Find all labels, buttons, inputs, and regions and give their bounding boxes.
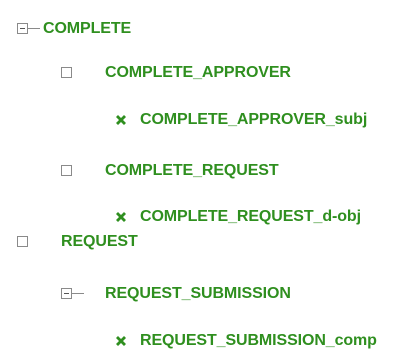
tree-node-request[interactable]: REQUEST [17, 231, 217, 255]
tree-node-complete-approver-subj[interactable]: COMPLETE_APPROVER_subj [115, 109, 405, 133]
tree-node-label: COMPLETE_REQUEST_d-obj [140, 208, 361, 225]
expand-toggle-icon[interactable] [17, 236, 28, 247]
tree-node-request-submission-comp[interactable]: REQUEST_SUBMISSION_comp [115, 330, 415, 354]
tree-node-complete-request[interactable]: COMPLETE_REQUEST [61, 160, 361, 184]
collapse-toggle-icon[interactable] [61, 288, 72, 299]
x-leaf-icon [116, 115, 126, 125]
tree-node-label: COMPLETE_APPROVER [105, 64, 291, 81]
tree-connector-line [72, 293, 84, 294]
tree-node-label: REQUEST_SUBMISSION [105, 285, 291, 302]
collapse-toggle-icon[interactable] [17, 23, 28, 34]
tree-connector-line [28, 28, 40, 29]
tree-node-complete[interactable]: COMPLETE [17, 18, 177, 42]
tree-node-label: COMPLETE_APPROVER_subj [140, 111, 368, 128]
x-leaf-icon [116, 212, 126, 222]
expand-toggle-icon[interactable] [61, 165, 72, 176]
tree-node-label: REQUEST_SUBMISSION_comp [140, 332, 377, 349]
tree-node-request-submission[interactable]: REQUEST_SUBMISSION [61, 283, 361, 307]
expand-toggle-icon[interactable] [61, 67, 72, 78]
tree-node-complete-request-d-obj[interactable]: COMPLETE_REQUEST_d-obj [115, 206, 405, 230]
tree-node-label: COMPLETE_REQUEST [105, 162, 279, 179]
tree-node-label: REQUEST [61, 233, 138, 250]
tree-node-label: COMPLETE [43, 20, 132, 37]
x-leaf-icon [116, 336, 126, 346]
tree-node-complete-approver[interactable]: COMPLETE_APPROVER [61, 62, 361, 86]
